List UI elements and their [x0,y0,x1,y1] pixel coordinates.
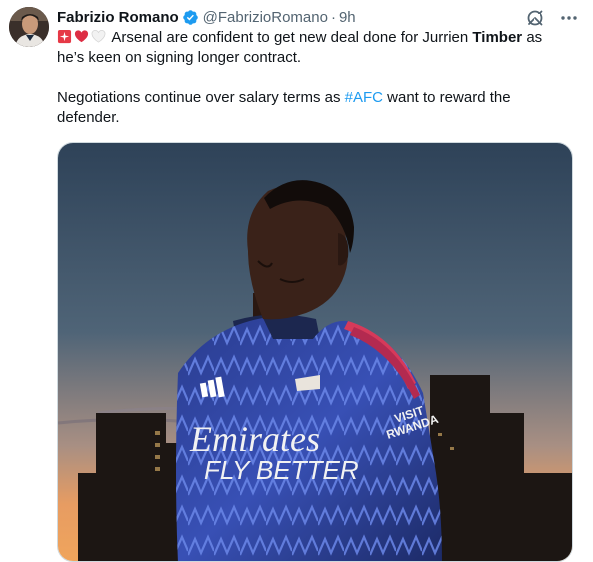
avatar-image [9,7,49,47]
separator-dot: · [330,8,336,26]
avatar[interactable] [9,7,49,47]
tweet-actions [525,8,579,28]
timestamp[interactable]: 9h [339,9,356,26]
tweet-bold-name: Timber [472,29,523,46]
shirt-sponsor-text: Emirates [189,419,320,459]
tweet-media-photo[interactable]: Emirates FLY BETTER VISIT RWANDA [57,142,573,562]
tweet[interactable]: Fabrizio Romano @FabrizioRomano · 9h Ars… [0,0,593,562]
tweet-line-2: he’s keen on signing longer contract. [57,49,302,66]
grok-icon[interactable] [525,8,545,28]
more-icon[interactable] [559,8,579,28]
tweet-header: Fabrizio Romano @FabrizioRomano · 9h [57,7,356,27]
red-heart-icon [74,30,89,43]
tweet-text: Arsenal are confident to get new deal do… [57,28,577,128]
author-handle[interactable]: @FabrizioRomano [203,9,328,26]
tweet-text-segment: want to reward the [382,89,511,106]
siren-icon [57,29,72,44]
player-photo: Emirates FLY BETTER VISIT RWANDA [58,143,572,561]
white-heart-icon [91,30,106,43]
tweet-line-1: Arsenal are confident to get new deal do… [57,28,577,48]
tweet-text-segment: Arsenal are confident to get new deal do… [111,29,473,46]
tweet-line-4: defender. [57,109,120,126]
verified-badge-icon [182,9,198,25]
hashtag-link[interactable]: #AFC [345,89,383,106]
tweet-line-3: Negotiations continue over salary terms … [57,88,577,108]
shirt-slogan-text: FLY BETTER [204,455,359,485]
tweet-text-segment: as [522,29,543,46]
author-name[interactable]: Fabrizio Romano [57,9,179,26]
tweet-text-segment: Negotiations continue over salary terms … [57,89,345,106]
